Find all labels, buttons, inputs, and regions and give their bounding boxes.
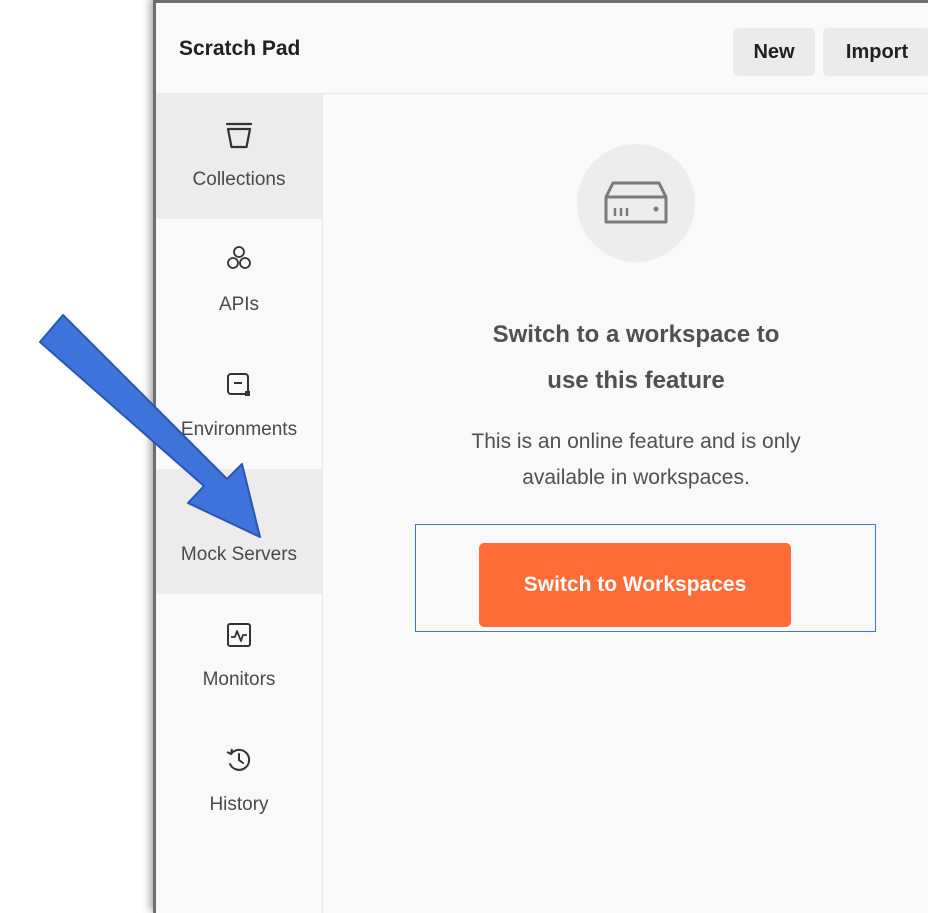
- empty-state-description: This is an online feature and is only av…: [471, 430, 801, 489]
- switch-to-workspaces-button[interactable]: Switch to Workspaces: [479, 543, 791, 627]
- server-icon: [226, 500, 252, 520]
- environment-icon: [227, 373, 250, 396]
- hexagon-cluster-icon: [227, 246, 251, 269]
- server-icon: [604, 181, 668, 224]
- sidebar-item-monitors[interactable]: Monitors: [156, 594, 322, 719]
- history-clock-icon: [226, 748, 251, 771]
- sidebar-item-label: APIs: [218, 294, 260, 315]
- sidebar-item-label: Collections: [192, 169, 286, 190]
- workspace-header: Scratch Pad New Import: [156, 3, 928, 94]
- sidebar-item-apis[interactable]: APIs: [156, 219, 322, 344]
- empty-state-title: Switch to a workspace to use this featur…: [492, 321, 780, 394]
- new-button[interactable]: New: [733, 28, 815, 76]
- main-content: Switch to a workspace to use this featur…: [323, 94, 928, 913]
- sidebar-item-collections[interactable]: Collections: [156, 94, 322, 219]
- pulse-icon: [227, 623, 251, 647]
- workspace-title: Scratch Pad: [179, 37, 301, 60]
- sidebar-item-history[interactable]: History: [156, 719, 322, 844]
- empty-state-illustration: [577, 144, 695, 262]
- sidebar-item-label: Monitors: [202, 669, 276, 690]
- trash-bucket-icon: [225, 122, 253, 149]
- sidebar-item-environments[interactable]: Environments: [156, 344, 322, 469]
- sidebar-item-mock-servers[interactable]: Mock Servers: [156, 469, 322, 594]
- sidebar-item-label: Environments: [180, 419, 298, 440]
- sidebar: Collections APIs Environments Mock Serve…: [156, 94, 323, 913]
- sidebar-item-label: History: [209, 794, 269, 815]
- app-window: Scratch Pad New Import Collections APIs: [153, 0, 928, 913]
- sidebar-item-label: Mock Servers: [180, 544, 298, 565]
- import-button[interactable]: Import: [823, 28, 928, 76]
